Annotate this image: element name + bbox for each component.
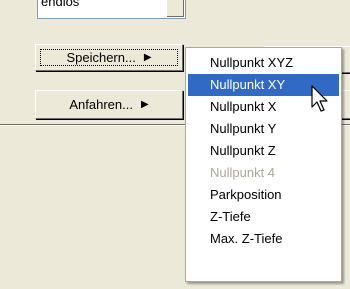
mode-combo-box[interactable]: endlos bbox=[37, 0, 186, 19]
menu-item-nullpunkt-xyz[interactable]: Nullpunkt XYZ bbox=[188, 52, 339, 74]
save-button[interactable]: Speichern... ▶ bbox=[35, 44, 183, 71]
save-button-label: Speichern... bbox=[66, 50, 136, 65]
submenu-items: Nullpunkt XYZ Nullpunkt XY Nullpunkt X Null… bbox=[188, 52, 339, 250]
arrow-pointer-icon bbox=[311, 85, 328, 112]
menu-item-nullpunkt-z[interactable]: Nullpunkt Z bbox=[188, 140, 339, 162]
menu-item-parkposition[interactable]: Parkposition bbox=[188, 184, 339, 206]
save-button-content: Speichern... ▶ bbox=[66, 50, 151, 65]
mode-combo-value: endlos bbox=[41, 0, 80, 9]
save-submenu: Nullpunkt XYZ Nullpunkt XY Nullpunkt X Null… bbox=[185, 47, 342, 282]
move-to-button-content: Anfahren... ▶ bbox=[69, 97, 148, 112]
chevron-down-icon[interactable] bbox=[167, 0, 184, 17]
menu-item-z-tiefe[interactable]: Z-Tiefe bbox=[188, 206, 339, 228]
menu-item-nullpunkt-4: Nullpunkt 4 bbox=[210, 165, 276, 180]
triangle-right-icon: ▶ bbox=[143, 52, 152, 63]
triangle-right-icon: ▶ bbox=[140, 99, 149, 110]
menu-item-nullpunkt-y[interactable]: Nullpunkt Y bbox=[188, 118, 339, 140]
menu-item-max-z-tiefe[interactable]: Max. Z-Tiefe bbox=[188, 228, 339, 250]
move-to-button[interactable]: Anfahren... ▶ bbox=[35, 90, 183, 119]
move-to-button-label: Anfahren... bbox=[69, 97, 133, 112]
